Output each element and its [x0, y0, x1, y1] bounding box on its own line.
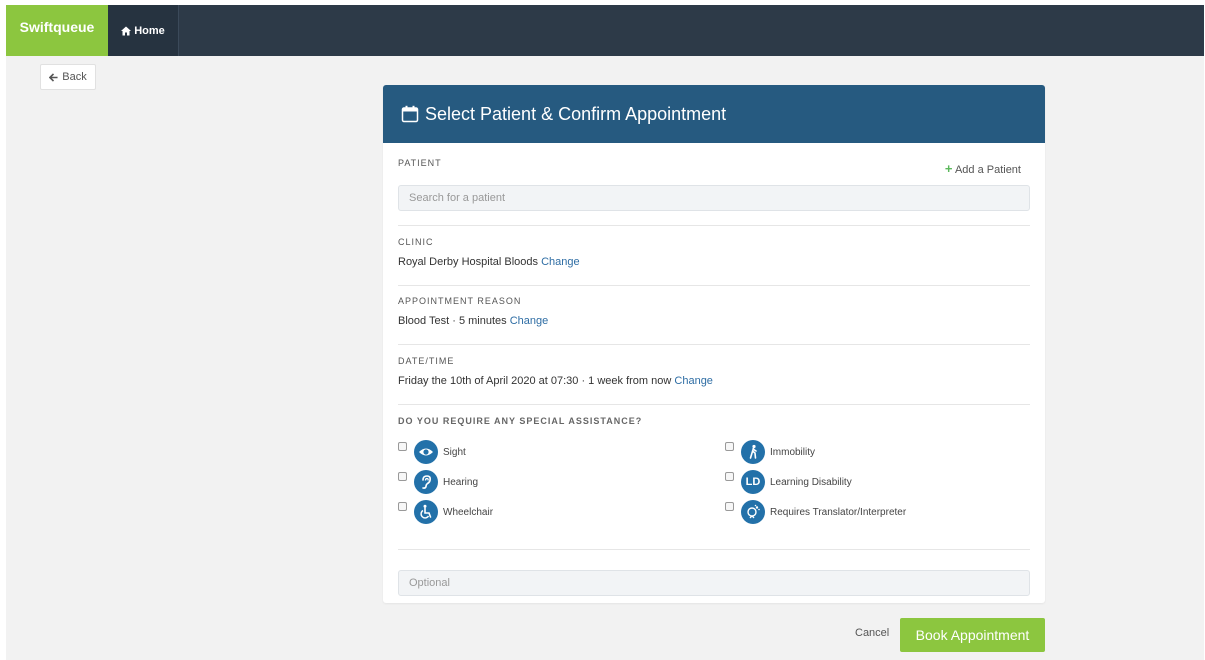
book-appointment-button[interactable]: Book Appointment: [900, 618, 1045, 652]
clinic-value-row: Royal Derby Hospital Bloods Change: [398, 256, 1030, 268]
optional-placeholder: Optional: [409, 577, 450, 589]
panel-header: Select Patient & Confirm Appointment: [383, 85, 1045, 143]
calendar-icon: [401, 105, 419, 123]
reason-label: APPOINTMENT REASON: [398, 296, 522, 306]
add-patient-label: Add a Patient: [954, 164, 1021, 176]
plus-icon: +: [944, 161, 953, 176]
top-navbar: Swiftqueue Home: [6, 5, 1204, 56]
assistance-options: Sight Immobility Hearing LD Learning Dis…: [398, 440, 1030, 530]
nav-home-label: Home: [134, 24, 165, 37]
assist-option-immobility: Immobility: [725, 440, 815, 464]
ld-icon-text: LD: [745, 476, 761, 488]
patient-label: PATIENT: [398, 158, 442, 168]
book-label: Book Appointment: [915, 627, 1030, 643]
datetime-change-link[interactable]: Change: [674, 375, 713, 387]
wheelchair-label: Wheelchair: [443, 506, 494, 518]
clinic-section: CLINIC Royal Derby Hospital Bloods Chang…: [398, 237, 1030, 268]
page-frame: Swiftqueue Home Back Select Patient & Co…: [6, 5, 1204, 660]
panel-title: Select Patient & Confirm Appointment: [425, 103, 727, 124]
reason-change-link[interactable]: Change: [510, 315, 549, 327]
arrow-left-icon: [49, 72, 58, 82]
assist-option-learning-disability: LD Learning Disability: [725, 470, 852, 494]
learning-disability-checkbox[interactable]: [725, 471, 734, 481]
appointment-panel: Select Patient & Confirm Appointment PAT…: [383, 85, 1045, 603]
clinic-value: Royal Derby Hospital Bloods: [398, 256, 539, 268]
optional-notes-input[interactable]: Optional: [398, 570, 1030, 596]
brand-logo[interactable]: Swiftqueue: [6, 5, 108, 56]
assist-option-translator: Requires Translator/Interpreter: [725, 500, 906, 524]
walking-person-icon: [741, 440, 765, 464]
clinic-label: CLINIC: [398, 237, 434, 247]
patient-search-input[interactable]: Search for a patient: [398, 185, 1030, 211]
assist-option-wheelchair: Wheelchair: [398, 500, 493, 524]
assistance-section: DO YOU REQUIRE ANY SPECIAL ASSISTANCE?: [398, 416, 1030, 426]
datetime-value-row: Friday the 10th of April 2020 at 07:30 ·…: [398, 375, 1030, 387]
wheelchair-checkbox[interactable]: [398, 501, 407, 511]
back-label: Back: [62, 71, 87, 83]
clinic-change-link[interactable]: Change: [541, 256, 580, 268]
datetime-label: DATE/TIME: [398, 356, 455, 366]
hearing-label: Hearing: [443, 476, 479, 488]
reason-value-row: Blood Test · 5 minutes Change: [398, 315, 1030, 327]
immobility-label: Immobility: [770, 446, 816, 458]
reason-section: APPOINTMENT REASON Blood Test · 5 minute…: [398, 296, 1030, 327]
translator-checkbox[interactable]: [725, 501, 734, 511]
assist-option-hearing: Hearing: [398, 470, 478, 494]
divider: [398, 285, 1030, 286]
translator-label: Requires Translator/Interpreter: [770, 506, 907, 518]
interpreter-icon: [741, 500, 765, 524]
reason-value: Blood Test · 5 minutes: [398, 315, 507, 327]
home-icon: [121, 26, 132, 35]
sight-label: Sight: [443, 446, 466, 458]
wheelchair-icon: [414, 500, 438, 524]
divider: [398, 404, 1030, 405]
hearing-checkbox[interactable]: [398, 471, 407, 481]
ear-icon: [414, 470, 438, 494]
cancel-button[interactable]: Cancel: [855, 627, 889, 639]
add-patient-link[interactable]: + Add a Patient: [945, 161, 1021, 176]
patient-search-placeholder: Search for a patient: [409, 192, 506, 204]
datetime-section: DATE/TIME Friday the 10th of April 2020 …: [398, 356, 1030, 387]
nav-home-link[interactable]: Home: [108, 5, 179, 56]
back-button[interactable]: Back: [40, 64, 96, 90]
eye-icon: [414, 440, 438, 464]
learning-disability-label: Learning Disability: [770, 476, 852, 488]
immobility-checkbox[interactable]: [725, 441, 734, 451]
ld-icon: LD: [741, 470, 765, 494]
divider: [398, 225, 1030, 226]
sight-checkbox[interactable]: [398, 441, 407, 451]
divider: [398, 344, 1030, 345]
divider: [398, 549, 1030, 550]
cancel-label: Cancel: [855, 627, 890, 639]
assistance-label: DO YOU REQUIRE ANY SPECIAL ASSISTANCE?: [398, 416, 643, 426]
datetime-value: Friday the 10th of April 2020 at 07:30 ·…: [398, 375, 672, 387]
assist-option-sight: Sight: [398, 440, 466, 464]
brand-text: Swiftqueue: [19, 18, 95, 35]
patient-section: PATIENT: [398, 158, 1030, 168]
